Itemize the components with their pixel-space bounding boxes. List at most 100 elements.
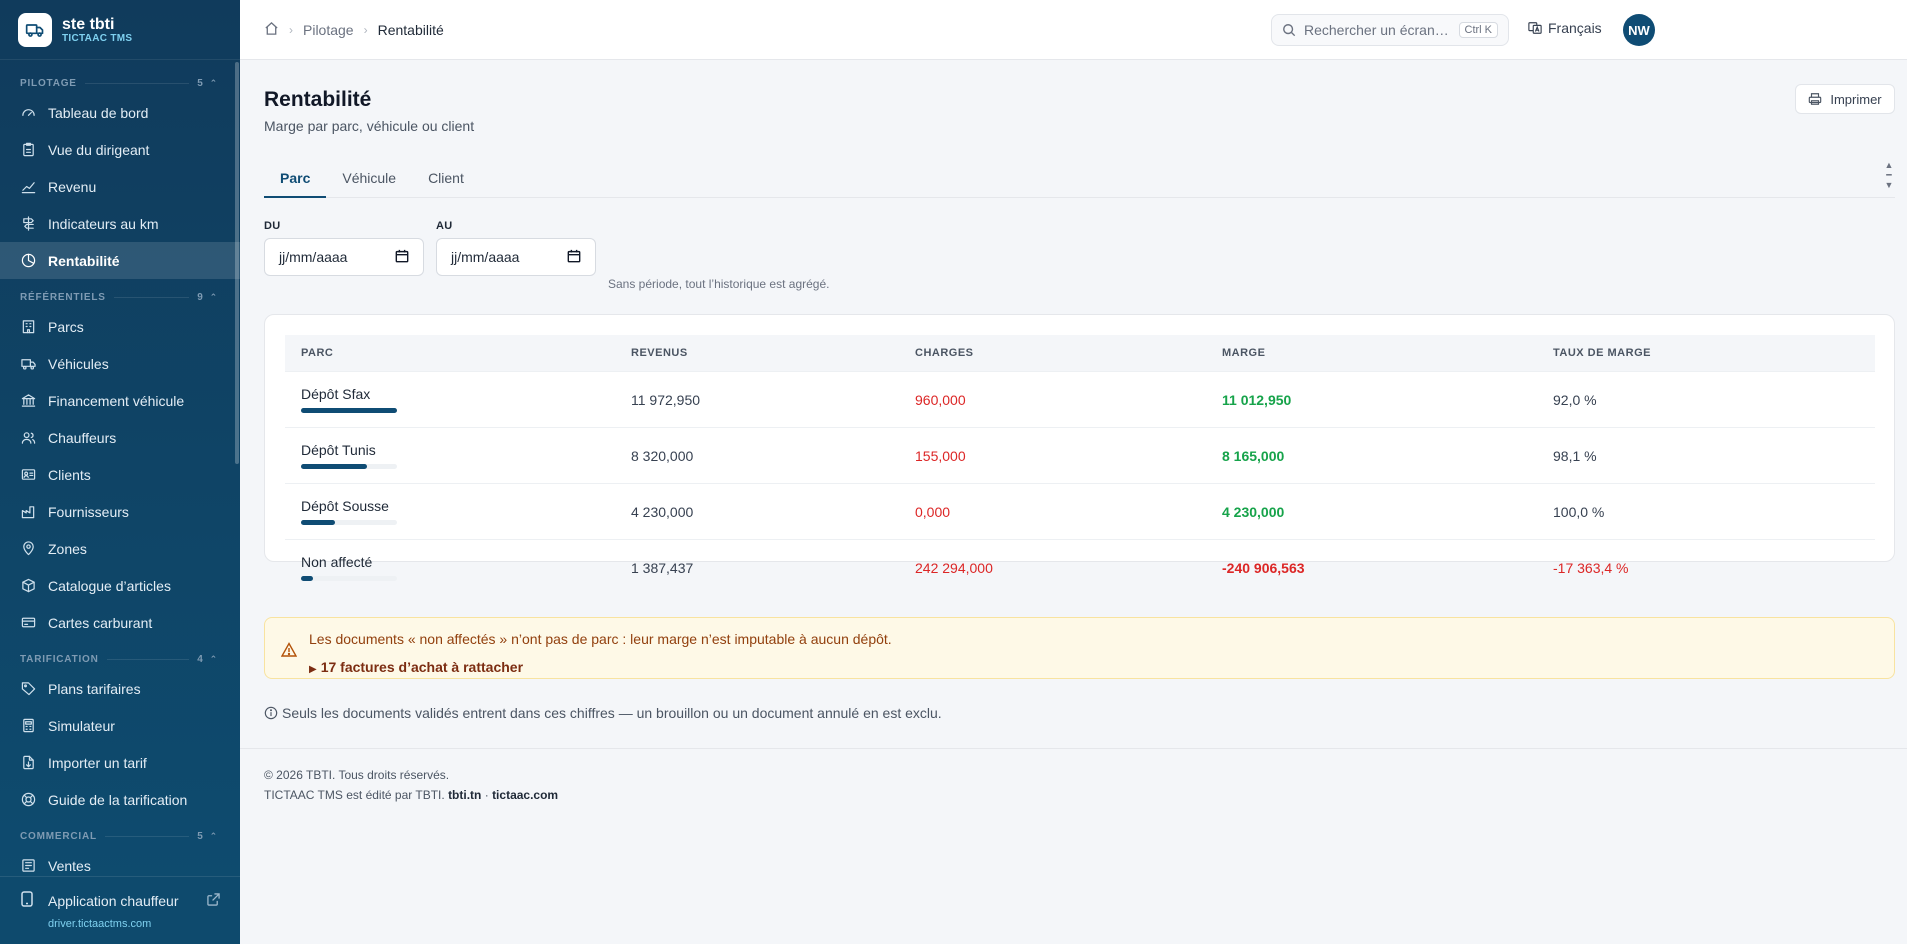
- sidebar-scrollbar[interactable]: [235, 62, 239, 464]
- cell-charges: 960,000: [915, 391, 966, 408]
- main-content: Rentabilité Marge par parc, véhicule ou …: [240, 60, 1907, 944]
- print-button[interactable]: Imprimer: [1795, 84, 1895, 114]
- section-référentiels[interactable]: RÉFÉRENTIELS 9 ⌃: [0, 289, 240, 305]
- breadcrumb: › Pilotage › Rentabilité: [264, 21, 444, 39]
- tab-client[interactable]: Client: [412, 160, 480, 198]
- sidebar-item-label: Revenu: [48, 178, 97, 195]
- tbti-link[interactable]: tbti.tn: [448, 788, 481, 802]
- brand-product: TICTAAC TMS: [62, 32, 133, 44]
- share-bar: [301, 576, 397, 581]
- to-date-field[interactable]: jj/mm/aaaa: [436, 238, 596, 276]
- table-row[interactable]: Dépôt Tunis 8 320,000 155,000 8 165,000 98,1…: [285, 427, 1875, 483]
- tab-parc[interactable]: Parc: [264, 160, 327, 198]
- sidebar-item-clients[interactable]: Clients: [0, 456, 240, 493]
- sidebar-item-importer-un-tarif[interactable]: Importer un tarif: [0, 744, 240, 781]
- parc-name: Dépôt Tunis: [301, 442, 376, 458]
- header-taux[interactable]: TAUX DE MARGE: [1553, 347, 1651, 359]
- cell-charges: 242 294,000: [915, 559, 993, 576]
- section-title: PILOTAGE: [20, 77, 77, 89]
- share-bar-fill: [301, 408, 397, 413]
- section-count-wrap: 9 ⌃: [197, 292, 218, 303]
- cell-marge: 4 230,000: [1222, 503, 1285, 520]
- sidebar-item-cartes-carburant[interactable]: Cartes carburant: [0, 604, 240, 641]
- cell-parc: Dépôt Sfax: [301, 386, 397, 413]
- sidebar-item-catalogue-d-articles[interactable]: Catalogue d’articles: [0, 567, 240, 604]
- cell-revenus: 1 387,437: [631, 559, 694, 576]
- sidebar-item-label: Vue du dirigeant: [48, 141, 150, 158]
- edited-by-line: TICTAAC TMS est édité par TBTI. tbti.tn …: [264, 788, 559, 802]
- sidebar-item-zones[interactable]: Zones: [0, 530, 240, 567]
- cell-marge: 8 165,000: [1222, 447, 1285, 464]
- table-row[interactable]: Dépôt Sousse 4 230,000 0,000 4 230,000 100,0…: [285, 483, 1875, 539]
- header-marge[interactable]: MARGE: [1222, 347, 1265, 359]
- sidebar-item-vue-du-dirigeant[interactable]: Vue du dirigeant: [0, 131, 240, 168]
- sidebar-item-indicateurs-au-km[interactable]: Indicateurs au km: [0, 205, 240, 242]
- sidebar-item-label: Importer un tarif: [48, 754, 147, 771]
- sidebar-item-parcs[interactable]: Parcs: [0, 308, 240, 345]
- sidebar-item-rentabilite[interactable]: Rentabilité: [0, 242, 240, 279]
- sidebar-item-financement-vehicule[interactable]: Financement véhicule: [0, 382, 240, 419]
- sidebar-nav: PILOTAGE 5 ⌃ Tableau de bord Vue du dirigean…: [0, 75, 240, 884]
- calendar-icon[interactable]: [395, 249, 409, 266]
- sidebar-item-label: Cartes carburant: [48, 614, 153, 631]
- cell-revenus: 8 320,000: [631, 447, 694, 464]
- tab-vehicule[interactable]: Véhicule: [326, 160, 412, 198]
- cell-charges: 0,000: [915, 503, 951, 520]
- sidebar-item-guide-de-la-tarification[interactable]: Guide de la tarification: [0, 781, 240, 818]
- table-row[interactable]: Non affecté 1 387,437 242 294,000 -240 906,…: [285, 539, 1875, 595]
- sidebar-item-label: Parcs: [48, 318, 84, 335]
- share-bar-fill: [301, 576, 313, 581]
- share-bar: [301, 464, 397, 469]
- driver-app-link[interactable]: Application chauffeur: [20, 891, 220, 910]
- chevron-right-icon: ›: [289, 22, 293, 37]
- tictaac-link[interactable]: tictaac.com: [492, 788, 558, 802]
- search-shortcut: Ctrl K: [1458, 22, 1498, 38]
- table-row[interactable]: Dépôt Sfax 11 972,950 960,000 11 012,950 92,…: [285, 371, 1875, 427]
- from-label: DU: [264, 220, 281, 232]
- sidebar-item-plans-tarifaires[interactable]: Plans tarifaires: [0, 670, 240, 707]
- clipboard-icon: [20, 142, 36, 158]
- sidebar-item-fournisseurs[interactable]: Fournisseurs: [0, 493, 240, 530]
- sidebar-item-chauffeurs[interactable]: Chauffeurs: [0, 419, 240, 456]
- chevron-up-icon: ⌃: [209, 830, 218, 841]
- breadcrumb-pilotage[interactable]: Pilotage: [303, 22, 354, 38]
- tag-icon: [20, 681, 36, 697]
- share-bar-fill: [301, 520, 335, 525]
- header-charges[interactable]: CHARGES: [915, 347, 974, 359]
- sidebar-item-vehicules[interactable]: Véhicules: [0, 345, 240, 382]
- search-input[interactable]: Rechercher un écran… Ctrl K: [1271, 14, 1509, 46]
- language-switcher[interactable]: Français: [1528, 20, 1602, 36]
- section-count-wrap: 4 ⌃: [197, 654, 218, 665]
- external-link-icon: [207, 892, 220, 909]
- dashboard-icon: [20, 105, 36, 121]
- home-icon[interactable]: [264, 21, 279, 39]
- section-commercial[interactable]: COMMERCIAL 5 ⌃: [0, 828, 240, 844]
- profitability-table: PARC REVENUS CHARGES MARGE TAUX DE MARGE…: [264, 314, 1895, 581]
- map-pin-icon: [20, 541, 36, 557]
- chevron-up-icon: ⌃: [209, 77, 218, 88]
- sidebar-item-revenu[interactable]: Revenu: [0, 168, 240, 205]
- section-count-wrap: 5 ⌃: [197, 831, 218, 842]
- header-revenus[interactable]: REVENUS: [631, 347, 688, 359]
- section-pilotage[interactable]: PILOTAGE 5 ⌃: [0, 75, 240, 91]
- parc-name: Dépôt Sousse: [301, 498, 389, 514]
- cell-taux: 100,0 %: [1553, 503, 1605, 520]
- section-count: 5: [197, 830, 204, 842]
- tabs-scroll-arrows[interactable]: ▲ ━ ▼: [1882, 160, 1896, 196]
- sidebar-item-label: Guide de la tarification: [48, 791, 188, 808]
- section-tarification[interactable]: TARIFICATION 4 ⌃: [0, 651, 240, 667]
- sidebar-item-tableau-de-bord[interactable]: Tableau de bord: [0, 94, 240, 131]
- section-divider: [84, 82, 190, 84]
- calendar-icon[interactable]: [567, 249, 581, 266]
- brand[interactable]: ste tbti TICTAAC TMS: [0, 0, 240, 60]
- avatar[interactable]: NW: [1623, 14, 1655, 46]
- invoices-to-attach-toggle[interactable]: ▶ 17 factures d’achat à rattacher: [309, 659, 523, 675]
- header-parc[interactable]: PARC: [301, 347, 333, 359]
- section-count: 5: [197, 77, 204, 89]
- sidebar-item-simulateur[interactable]: Simulateur: [0, 707, 240, 744]
- copyright: © 2026 TBTI. Tous droits réservés.: [264, 768, 450, 782]
- pie-icon: [20, 253, 36, 269]
- from-date-field[interactable]: jj/mm/aaaa: [264, 238, 424, 276]
- box-icon: [20, 578, 36, 594]
- chevron-up-icon: ⌃: [209, 291, 218, 302]
